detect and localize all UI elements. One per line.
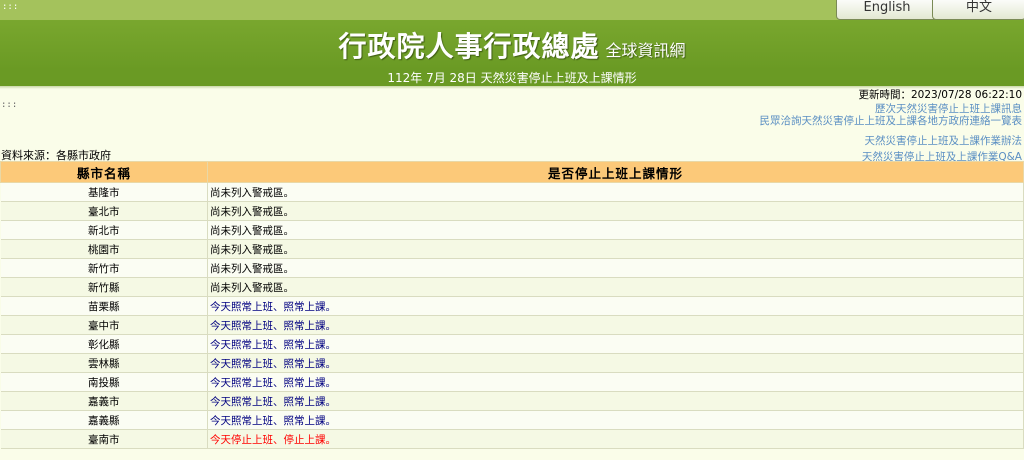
status-cell: 今天照常上班、照常上課。 [207,315,1024,335]
city-name-cell: 基隆市 [0,182,208,202]
status-cell: 尚未列入警戒區。 [207,239,1024,259]
table-row: 新竹縣 尚未列入警戒區。 [0,277,1024,297]
table-row: 臺南市 今天停止上班、停止上課。 [0,429,1024,449]
city-name-cell: 新竹市 [0,258,208,278]
table-row: 臺北市 尚未列入警戒區。 [0,201,1024,221]
status-cell: 尚未列入警戒區。 [207,258,1024,278]
status-cell: 今天照常上班、照常上課。 [207,372,1024,392]
site-title-main: 行政院人事行政總處 [338,30,600,63]
city-name-cell: 新竹縣 [0,277,208,297]
table-row: 苗栗縣 今天照常上班、照常上課。 [0,296,1024,316]
table-row: 新竹市 尚未列入警戒區。 [0,258,1024,278]
table-row: 桃園市 尚未列入警戒區。 [0,239,1024,259]
table-row: 雲林縣 今天照常上班、照常上課。 [0,353,1024,373]
chinese-button[interactable]: 中文 [932,0,1024,20]
status-cell: 尚未列入警戒區。 [207,277,1024,297]
status-cell: 今天照常上班、照常上課。 [207,334,1024,354]
city-name-cell: 南投縣 [0,372,208,392]
city-name-cell: 桃園市 [0,239,208,259]
status-cell: 尚未列入警戒區。 [207,220,1024,240]
accesskey-top[interactable]: ::: [2,2,18,12]
table-row: 新北市 尚未列入警戒區。 [0,220,1024,240]
page-heading: 112年 7月 28日 天然災害停止上班及上課情形 [387,71,637,85]
city-name-cell: 苗栗縣 [0,296,208,316]
status-cell: 今天照常上班、照常上課。 [207,410,1024,430]
city-name-cell: 臺北市 [0,201,208,221]
table-row: 彰化縣 今天照常上班、照常上課。 [0,334,1024,354]
update-time: 更新時間：2023/07/28 06:22:10 [858,89,1022,101]
date-bar: 112年 7月 28日 天然災害停止上班及上課情形 [0,70,1024,86]
table-row: 基隆市 尚未列入警戒區。 [0,182,1024,202]
city-name-cell: 新北市 [0,220,208,240]
accesskey-mid[interactable]: ::: [1,100,17,110]
link-regulations[interactable]: 天然災害停止上班及上課作業辦法 [760,135,1023,147]
column-header-city: 縣市名稱 [0,161,208,183]
top-bar: ::: English 中文 [0,0,1024,20]
status-cell: 今天照常上班、照常上課。 [207,391,1024,411]
status-cell: 尚未列入警戒區。 [207,201,1024,221]
english-button[interactable]: English [836,0,938,20]
city-name-cell: 嘉義市 [0,391,208,411]
column-header-status: 是否停止上班上課情形 [207,161,1024,183]
site-title[interactable]: 行政院人事行政總處 全球資訊網 [0,25,1024,65]
city-name-cell: 臺南市 [0,429,208,449]
site-title-sub: 全球資訊網 [605,41,686,60]
city-name-cell: 嘉義縣 [0,410,208,430]
table-row: 臺中市 今天照常上班、照常上課。 [0,315,1024,335]
status-cell: 今天停止上班、停止上課。 [207,429,1024,449]
city-name-cell: 雲林縣 [0,353,208,373]
status-cell: 尚未列入警戒區。 [207,182,1024,202]
table-row: 南投縣 今天照常上班、照常上課。 [0,372,1024,392]
table-row: 嘉義市 今天照常上班、照常上課。 [0,391,1024,411]
status-cell: 今天照常上班、照常上課。 [207,296,1024,316]
related-links: 歷次天然災害停止上班上課訊息 民眾洽詢天然災害停止上班及上課各地方政府連絡一覽表… [760,103,1023,163]
table-row: 嘉義縣 今天照常上班、照常上課。 [0,410,1024,430]
site-banner: 行政院人事行政總處 全球資訊網 [0,20,1024,70]
status-table: 縣市名稱 是否停止上班上課情形 基隆市 尚未列入警戒區。 臺北市 尚未列入警戒區。 新北… [0,161,1024,449]
table-body: 基隆市 尚未列入警戒區。 臺北市 尚未列入警戒區。 新北市 尚未列入警戒區。 桃園市 尚未列入… [0,182,1024,449]
link-history[interactable]: 歷次天然災害停止上班上課訊息 [760,103,1022,115]
city-name-cell: 臺中市 [0,315,208,335]
link-contacts[interactable]: 民眾洽詢天然災害停止上班及上課各地方政府連絡一覽表 [760,115,1023,127]
status-cell: 今天照常上班、照常上課。 [207,353,1024,373]
city-name-cell: 彰化縣 [0,334,208,354]
